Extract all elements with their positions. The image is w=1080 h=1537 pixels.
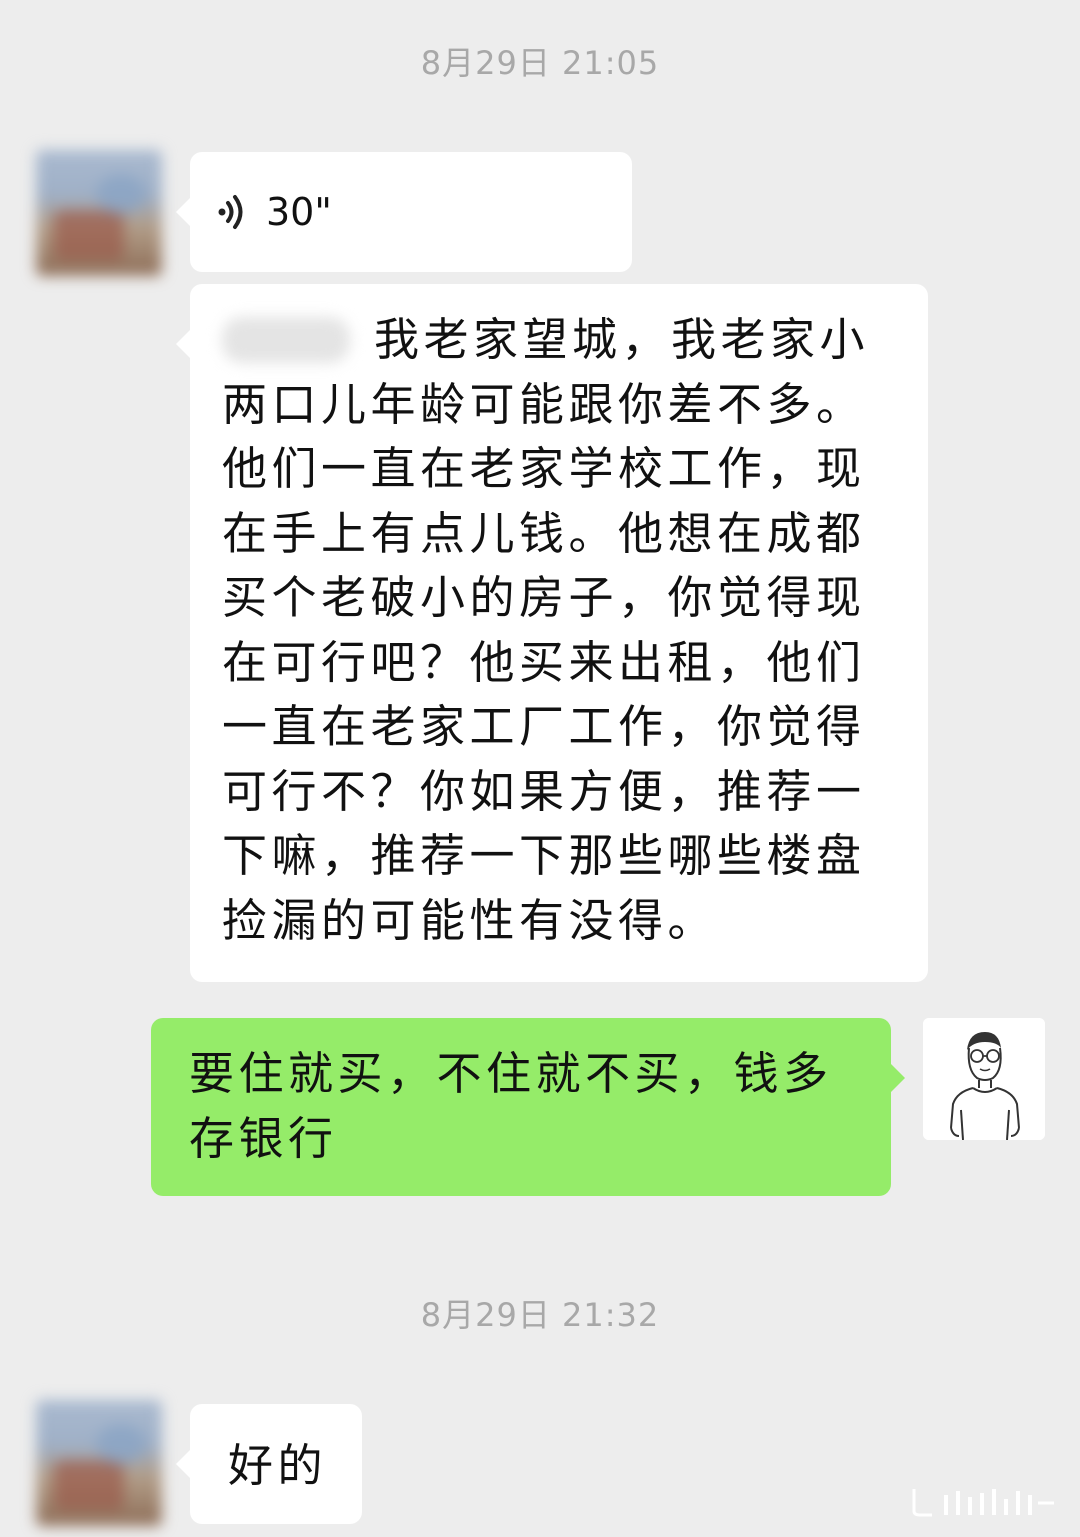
voice-duration: 30": [266, 190, 332, 234]
message-text: 好的: [228, 1439, 328, 1492]
incoming-text-bubble[interactable]: 我老家望城，我老家小两口儿年龄可能跟你差不多。他们一直在老家学校工作，现在手上有…: [176, 284, 928, 982]
voice-wave-icon: [216, 192, 250, 232]
message-text: 要住就买，不住就不买，钱多存银行: [189, 1047, 833, 1165]
message-text: 我老家望城，我老家小两口儿年龄可能跟你差不多。他们一直在老家学校工作，现在手上有…: [222, 313, 870, 947]
outgoing-text-bubble[interactable]: 要住就买，不住就不买，钱多存银行: [151, 1018, 905, 1196]
blurred-name: [222, 317, 350, 363]
contact-avatar[interactable]: [36, 150, 162, 276]
contact-avatar[interactable]: [36, 1400, 162, 1526]
incoming-text-bubble[interactable]: 好的: [176, 1404, 362, 1524]
voice-message-bubble[interactable]: 30": [176, 152, 632, 272]
person-sketch-avatar: [923, 1018, 1045, 1140]
watermark-logo: [908, 1485, 1058, 1519]
timestamp: 8月29日 21:32: [420, 1296, 660, 1334]
timestamp: 8月29日 21:05: [420, 44, 660, 82]
my-avatar[interactable]: [923, 1018, 1045, 1140]
